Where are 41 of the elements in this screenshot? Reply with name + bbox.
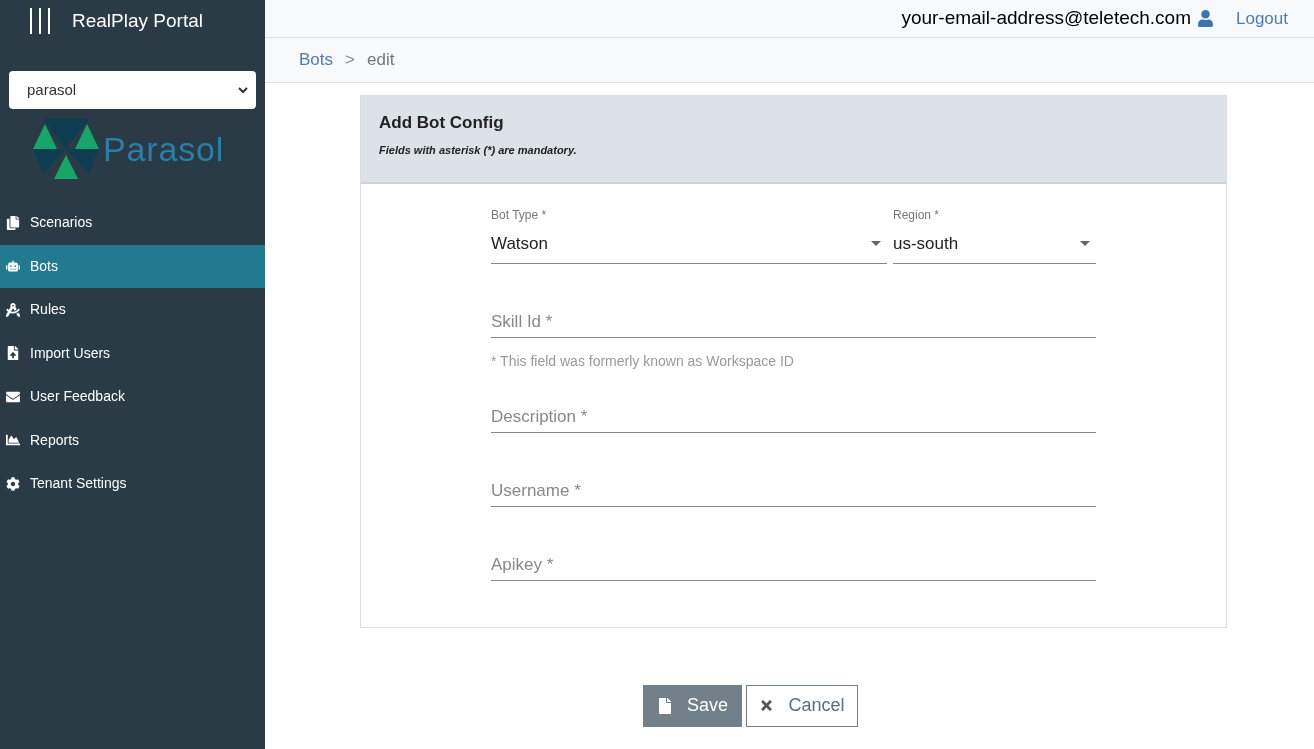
breadcrumb-link[interactable]: Bots — [299, 47, 334, 73]
cancel-button[interactable]: Cancel — [746, 684, 858, 727]
logo-icon — [33, 119, 99, 179]
card-title: Add Bot Config — [379, 112, 505, 134]
text-field[interactable]: Username * — [491, 476, 1096, 507]
user-email: your-email-address@teletech.com — [901, 6, 1191, 31]
file-icon — [657, 697, 673, 714]
sidebar-item[interactable]: Rules — [0, 288, 265, 332]
copy-icon — [6, 215, 20, 230]
dropdown-caret-icon — [1080, 241, 1090, 247]
close-icon — [759, 698, 775, 713]
logout-link[interactable]: Logout — [1236, 5, 1288, 32]
app-title: RealPlay Portal — [72, 8, 203, 33]
card-subtitle: Fields with asterisk (*) are mandatory. — [379, 142, 578, 158]
breadcrumb-current: edit — [366, 49, 395, 72]
dropdown-caret-icon — [871, 241, 881, 247]
chart-icon — [6, 433, 20, 448]
sidebar-item[interactable]: Scenarios — [0, 201, 265, 245]
robot-icon — [6, 259, 20, 274]
compass-icon — [6, 302, 20, 317]
file-upload-icon — [6, 346, 20, 361]
sidebar-item[interactable]: Tenant Settings — [0, 462, 265, 506]
chevron-down-icon — [238, 86, 248, 94]
text-field[interactable]: Apikey * — [491, 550, 1096, 581]
text-field[interactable]: Skill Id * — [491, 307, 1096, 338]
field-hint: * This field was formerly known as Workspace ID — [491, 351, 795, 371]
select-field[interactable]: Region * us-south — [893, 206, 1096, 264]
sidebar-item[interactable]: Import Users — [0, 331, 265, 375]
menu-icon[interactable] — [28, 7, 52, 35]
sidebar-item[interactable]: User Feedback — [0, 375, 265, 419]
tenant-select[interactable]: parasol — [9, 71, 256, 109]
logo-text: Parasol — [103, 128, 225, 170]
sidebar-item[interactable]: Reports — [0, 418, 265, 462]
user-icon — [1197, 10, 1214, 27]
envelope-icon — [6, 389, 20, 404]
save-button[interactable]: Save — [643, 684, 742, 727]
breadcrumb-separator: > — [345, 49, 355, 72]
sidebar-item[interactable]: Bots — [0, 244, 265, 288]
settings-icon — [6, 476, 20, 491]
select-field[interactable]: Bot Type * Watson — [491, 206, 887, 264]
text-field[interactable]: Description * — [491, 402, 1096, 433]
